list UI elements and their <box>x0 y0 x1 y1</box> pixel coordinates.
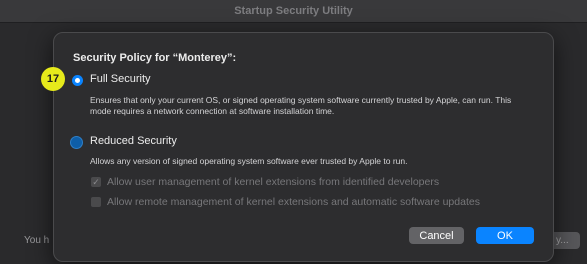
reduced-security-radio[interactable] <box>70 136 83 149</box>
kernel-extensions-label: Allow user management of kernel extensio… <box>107 176 440 188</box>
security-policy-sheet: Security Policy for “Monterey”: Full Sec… <box>53 32 554 262</box>
cancel-button[interactable]: Cancel <box>409 227 464 244</box>
full-security-label[interactable]: Full Security <box>90 73 151 85</box>
sheet-heading: Security Policy for “Monterey”: <box>73 52 237 64</box>
full-security-radio[interactable] <box>72 75 83 86</box>
ok-button[interactable]: OK <box>476 227 534 244</box>
window-title: Startup Security Utility <box>234 5 353 17</box>
title-bar: Startup Security Utility <box>0 0 587 23</box>
reduced-security-description: Allows any version of signed operating s… <box>90 156 408 166</box>
remote-management-checkbox[interactable] <box>91 197 101 207</box>
checkmark-icon: ✓ <box>92 177 100 187</box>
remote-management-label: Allow remote management of kernel extens… <box>107 196 480 208</box>
reduced-security-label[interactable]: Reduced Security <box>90 135 177 147</box>
kernel-extensions-checkbox[interactable]: ✓ <box>91 177 101 187</box>
full-security-description: Ensures that only your current OS, or si… <box>90 95 512 116</box>
step-badge: 17 <box>41 67 65 91</box>
background-text: You h <box>24 235 50 246</box>
background-button[interactable]: y... <box>550 232 580 249</box>
